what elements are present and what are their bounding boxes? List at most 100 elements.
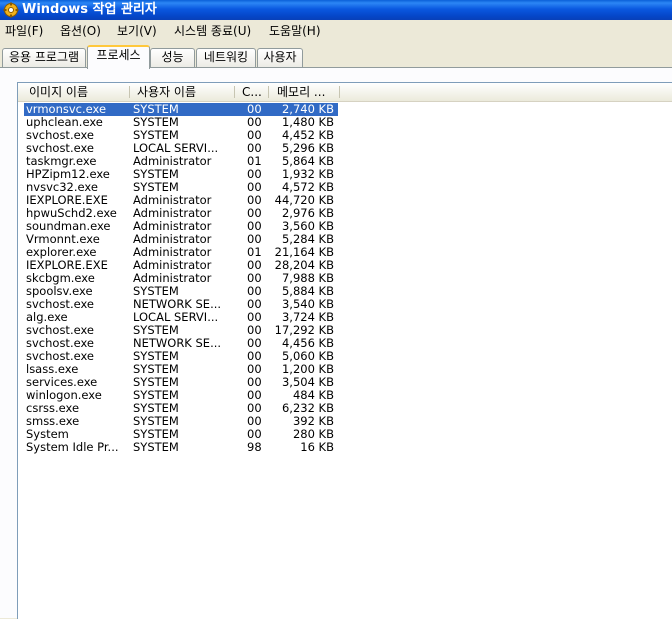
process-memory: 5,296 KB — [281, 142, 334, 155]
process-memory: 1,932 KB — [281, 168, 334, 181]
process-memory: 2,740 KB — [281, 103, 334, 116]
process-user: Administrator — [133, 272, 212, 285]
process-row[interactable]: IEXPLORE.EXE Administrator 00 44,720 KB — [18, 194, 672, 207]
process-memory: 5,060 KB — [281, 350, 334, 363]
process-user: Administrator — [133, 259, 212, 272]
process-name: vrmonsvc.exe — [26, 103, 107, 116]
process-memory: 16 KB — [300, 441, 334, 454]
menu-options[interactable]: 옵션(O) — [60, 23, 101, 39]
column-separator[interactable] — [268, 86, 269, 98]
tab-performance[interactable]: 성능 — [150, 48, 195, 67]
process-row[interactable]: Vrmonnt.exe Administrator 00 5,284 KB — [18, 233, 672, 246]
process-row[interactable]: svchost.exe NETWORK SE... 00 3,540 KB — [18, 298, 672, 311]
process-user: SYSTEM — [133, 285, 179, 298]
process-row[interactable]: svchost.exe NETWORK SE... 00 4,456 KB — [18, 337, 672, 350]
process-memory: 1,480 KB — [281, 116, 334, 129]
process-user: SYSTEM — [133, 181, 179, 194]
process-row[interactable]: taskmgr.exe Administrator 01 5,864 KB — [18, 155, 672, 168]
process-row[interactable]: hpwuSchd2.exe Administrator 00 2,976 KB — [18, 207, 672, 220]
process-user: SYSTEM — [133, 415, 179, 428]
process-user: SYSTEM — [133, 129, 179, 142]
process-name: svchost.exe — [26, 337, 95, 350]
process-name: IEXPLORE.EXE — [26, 194, 108, 207]
process-memory: 3,560 KB — [281, 220, 334, 233]
process-memory: 4,456 KB — [281, 337, 334, 350]
process-user: LOCAL SERVI... — [133, 311, 219, 324]
process-memory: 6,232 KB — [281, 402, 334, 415]
process-row[interactable]: services.exe SYSTEM 00 3,504 KB — [18, 376, 672, 389]
process-user: SYSTEM — [133, 103, 179, 116]
process-row[interactable]: uphclean.exe SYSTEM 00 1,480 KB — [18, 116, 672, 129]
process-row[interactable]: vrmonsvc.exe SYSTEM 00 2,740 KB — [18, 103, 672, 116]
column-separator[interactable] — [339, 86, 340, 98]
process-user: Administrator — [133, 194, 212, 207]
process-name: IEXPLORE.EXE — [26, 259, 108, 272]
process-user: Administrator — [133, 207, 212, 220]
process-name: winlogon.exe — [26, 389, 102, 402]
column-memory[interactable]: 메모리 ... — [277, 83, 337, 101]
menu-file[interactable]: 파일(F) — [5, 23, 43, 39]
process-name: uphclean.exe — [26, 116, 103, 129]
menu-shutdown[interactable]: 시스템 종료(U) — [174, 23, 251, 39]
process-row[interactable]: svchost.exe SYSTEM 00 17,292 KB — [18, 324, 672, 337]
column-user-name[interactable]: 사용자 이름 — [137, 83, 227, 101]
process-memory: 5,864 KB — [281, 155, 334, 168]
process-name: Vrmonnt.exe — [26, 233, 100, 246]
process-row[interactable]: svchost.exe SYSTEM 00 5,060 KB — [18, 350, 672, 363]
process-user: SYSTEM — [133, 363, 179, 376]
process-row[interactable]: winlogon.exe SYSTEM 00 484 KB — [18, 389, 672, 402]
process-row[interactable]: csrss.exe SYSTEM 00 6,232 KB — [18, 402, 672, 415]
process-row[interactable]: HPZipm12.exe SYSTEM 00 1,932 KB — [18, 168, 672, 181]
process-memory: 5,284 KB — [281, 233, 334, 246]
process-row[interactable]: svchost.exe LOCAL SERVI... 00 5,296 KB — [18, 142, 672, 155]
column-separator[interactable] — [129, 86, 130, 98]
process-user: SYSTEM — [133, 428, 179, 441]
process-memory: 5,884 KB — [281, 285, 334, 298]
process-row[interactable]: skcbgm.exe Administrator 00 7,988 KB — [18, 272, 672, 285]
process-row[interactable]: soundman.exe Administrator 00 3,560 KB — [18, 220, 672, 233]
process-memory: 2,976 KB — [281, 207, 334, 220]
tab-processes[interactable]: 프로세스 — [87, 45, 150, 69]
process-memory: 21,164 KB — [274, 246, 334, 259]
tab-networking[interactable]: 네트워킹 — [196, 48, 256, 67]
process-name: soundman.exe — [26, 220, 111, 233]
process-user: SYSTEM — [133, 376, 179, 389]
tab-users[interactable]: 사용자 — [257, 48, 303, 67]
process-user: Administrator — [133, 155, 212, 168]
process-row[interactable]: alg.exe LOCAL SERVI... 00 3,724 KB — [18, 311, 672, 324]
process-name: services.exe — [26, 376, 98, 389]
process-row[interactable]: explorer.exe Administrator 01 21,164 KB — [18, 246, 672, 259]
process-row[interactable]: lsass.exe SYSTEM 00 1,200 KB — [18, 363, 672, 376]
process-row[interactable]: spoolsv.exe SYSTEM 00 5,884 KB — [18, 285, 672, 298]
menu-bar: 파일(F) 옵션(O) 보기(V) 시스템 종료(U) 도움말(H) — [0, 20, 672, 42]
process-memory: 484 KB — [292, 389, 334, 402]
process-row[interactable]: svchost.exe SYSTEM 00 4,452 KB — [18, 129, 672, 142]
process-memory: 3,540 KB — [281, 298, 334, 311]
menu-help[interactable]: 도움말(H) — [269, 23, 321, 39]
process-row[interactable]: IEXPLORE.EXE Administrator 00 28,204 KB — [18, 259, 672, 272]
column-image-name[interactable]: 이미지 이름 — [29, 83, 124, 101]
process-name: System — [26, 428, 69, 441]
process-user: Administrator — [133, 233, 212, 246]
process-user: NETWORK SE... — [133, 298, 222, 311]
process-row[interactable]: System SYSTEM 00 280 KB — [18, 428, 672, 441]
title-bar[interactable]: Windows 작업 관리자 — [0, 0, 672, 20]
process-row[interactable]: nvsvc32.exe SYSTEM 00 4,572 KB — [18, 181, 672, 194]
process-name: svchost.exe — [26, 142, 95, 155]
menu-view[interactable]: 보기(V) — [117, 23, 157, 39]
process-row[interactable]: smss.exe SYSTEM 00 392 KB — [18, 415, 672, 428]
process-memory: 1,200 KB — [281, 363, 334, 376]
process-memory: 7,988 KB — [281, 272, 334, 285]
process-memory: 44,720 KB — [274, 194, 334, 207]
process-row[interactable]: System Idle Pr... SYSTEM 98 16 KB — [18, 441, 672, 454]
process-name: skcbgm.exe — [26, 272, 95, 285]
process-name: taskmgr.exe — [26, 155, 97, 168]
process-user: NETWORK SE... — [133, 337, 222, 350]
process-memory: 280 KB — [292, 428, 334, 441]
column-cpu[interactable]: C... — [242, 83, 266, 101]
process-name: lsass.exe — [26, 363, 79, 376]
process-memory: 4,452 KB — [281, 129, 334, 142]
tab-strip: 응용 프로그램 프로세스 성능 네트워킹 사용자 — [0, 44, 672, 69]
column-separator[interactable] — [234, 86, 235, 98]
tab-applications[interactable]: 응용 프로그램 — [2, 48, 86, 67]
